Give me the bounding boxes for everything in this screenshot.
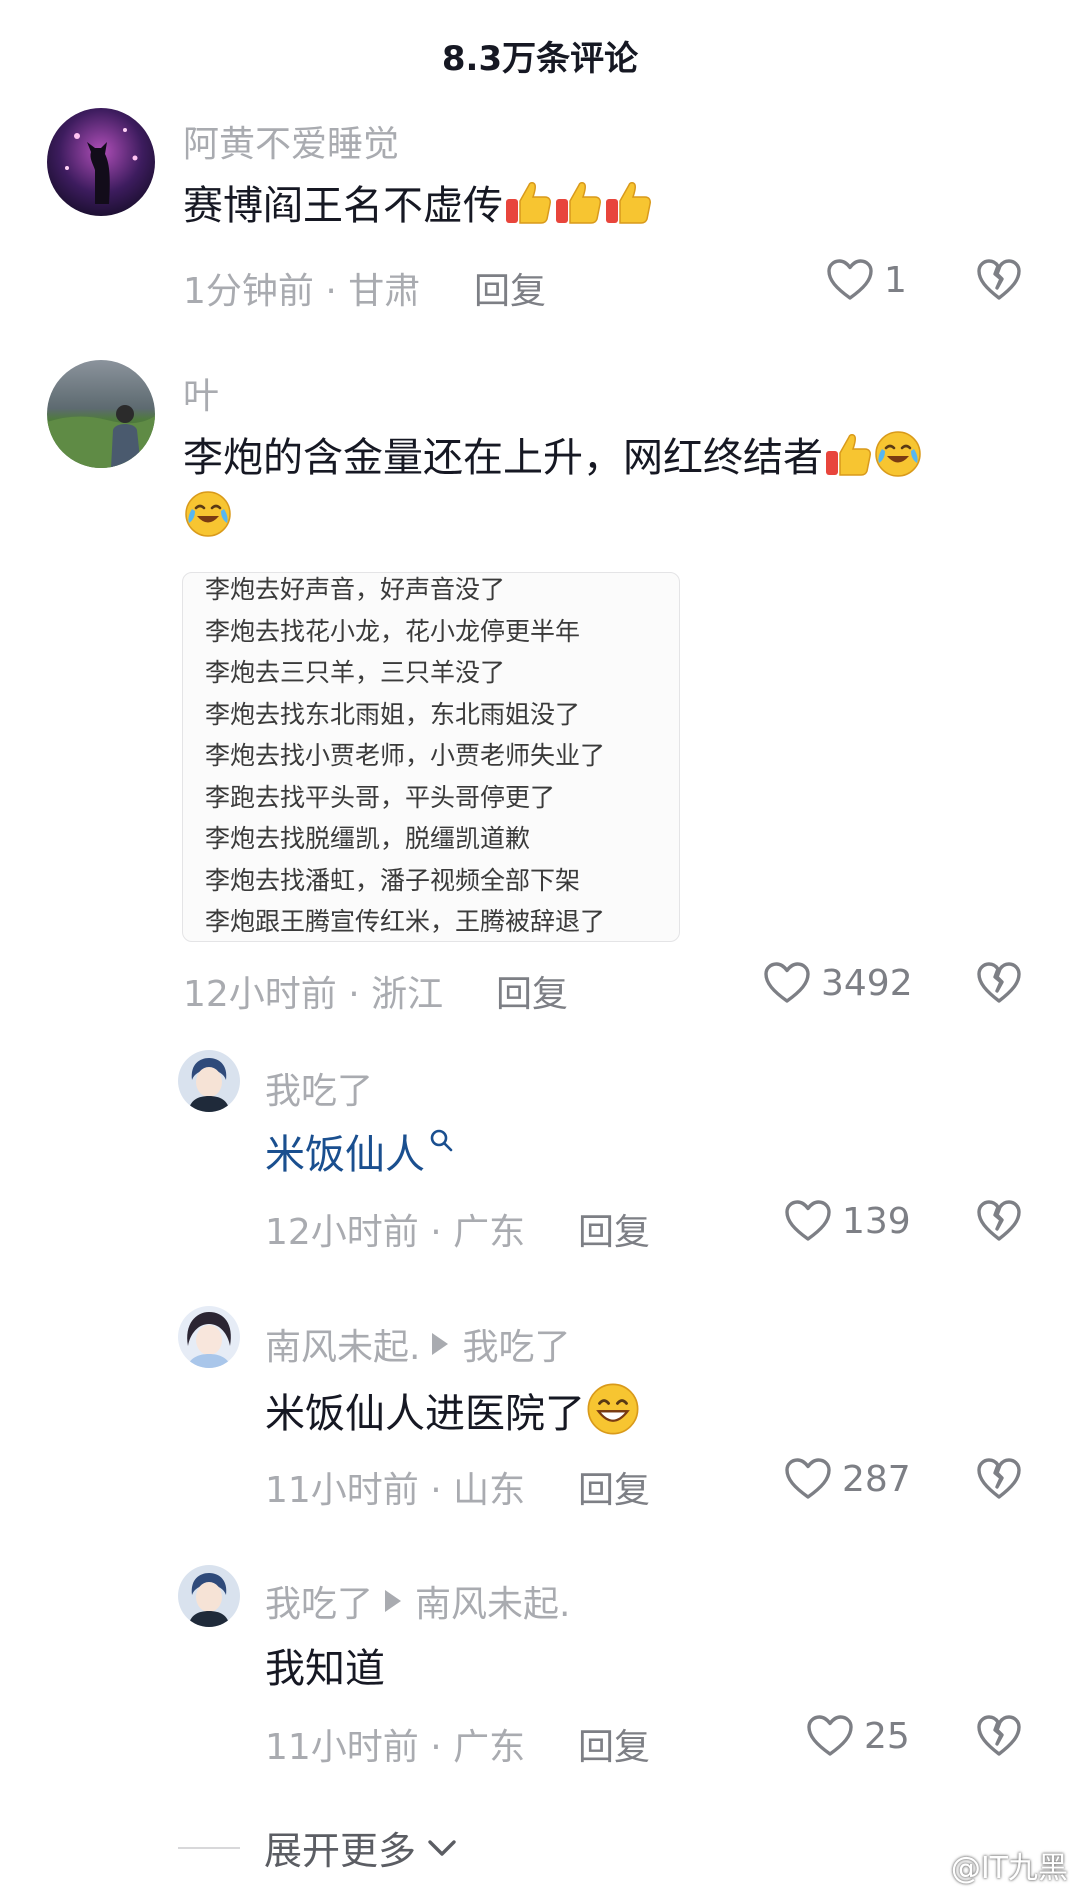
reply-button[interactable]: 回复	[578, 1718, 650, 1770]
like-button[interactable]: 25	[806, 1714, 910, 1758]
crying-laughing-emoji-icon	[183, 489, 233, 539]
image-text-line: 李炮去找脱缰凯，脱缰凯道歉	[205, 824, 531, 853]
like-button[interactable]: 3492	[763, 961, 913, 1005]
like-button[interactable]: 1	[826, 258, 907, 302]
reply-text: 我知道	[265, 1646, 385, 1692]
image-text-line: 李炮去找花小龙，花小龙停更半年	[205, 616, 581, 646]
dislike-button[interactable]	[976, 961, 1022, 1009]
divider	[178, 1846, 240, 1849]
like-button[interactable]: 287	[784, 1457, 911, 1501]
broken-heart-icon	[976, 961, 1022, 1005]
heart-icon	[806, 1714, 854, 1758]
like-button[interactable]: 139	[784, 1199, 911, 1243]
reply-button[interactable]: 回复	[578, 1461, 650, 1513]
image-text-line: 李炮去找潘虹，潘子视频全部下架	[205, 865, 581, 895]
reply-to-username[interactable]: 南风未起.	[415, 1575, 570, 1627]
reply-text: 米饭仙人进医院了	[265, 1381, 641, 1444]
comment-username[interactable]: 叶	[183, 367, 219, 419]
broken-heart-icon	[976, 1199, 1022, 1243]
thumbs-up-emoji-icon	[503, 177, 553, 227]
reply-to-arrow-icon	[432, 1333, 449, 1355]
comment-count-title: 8.3万条评论	[441, 38, 639, 79]
like-count: 25	[864, 1715, 910, 1757]
reply-username[interactable]: 南风未起. 我吃了	[265, 1318, 570, 1370]
broken-heart-icon	[976, 258, 1022, 302]
like-count: 1	[884, 259, 907, 301]
dislike-button[interactable]	[976, 258, 1022, 306]
reply-to-arrow-icon	[385, 1590, 402, 1612]
heart-icon	[784, 1457, 832, 1501]
heart-icon	[826, 258, 874, 302]
expand-more-label: 展开更多	[264, 1829, 417, 1873]
avatar[interactable]	[178, 1306, 240, 1368]
reply-meta: 11小时前 · 山东	[265, 1470, 526, 1511]
weibo-logo-icon	[906, 1850, 944, 1881]
avatar[interactable]	[178, 1565, 240, 1627]
heart-icon	[763, 961, 811, 1005]
image-text-line: 李炮跟王腾宣传红米，王腾被辞退了	[205, 907, 606, 936]
reply-meta: 11小时前 · 广东	[265, 1727, 526, 1768]
image-text-line: 李跑去找平头哥，平头哥停更了	[205, 782, 556, 812]
image-text-line: 李炮去找小贾老师，小贾老师失业了	[205, 741, 606, 770]
broken-heart-icon	[976, 1457, 1022, 1501]
avatar[interactable]	[178, 1050, 240, 1112]
like-count: 139	[842, 1200, 911, 1242]
expand-more-replies[interactable]: 展开更多	[178, 1820, 458, 1875]
weibo-watermark: @IT九黑	[905, 1843, 1068, 1887]
broken-heart-icon	[976, 1714, 1022, 1758]
thumbs-up-emoji-icon	[553, 177, 603, 227]
dislike-button[interactable]	[976, 1457, 1022, 1505]
thumbs-up-emoji-icon	[823, 429, 873, 479]
comments-header: 8.3万条评论	[0, 0, 1080, 110]
grinning-emoji-icon	[585, 1381, 641, 1437]
dislike-button[interactable]	[976, 1714, 1022, 1762]
watermark-text: @IT九黑	[950, 1851, 1068, 1886]
like-count: 287	[842, 1458, 911, 1500]
reply-button[interactable]: 回复	[496, 965, 568, 1017]
avatar[interactable]	[47, 108, 155, 216]
reply-username[interactable]: 我吃了	[265, 1062, 373, 1114]
dislike-button[interactable]	[976, 1199, 1022, 1247]
search-icon	[430, 1129, 453, 1152]
comment-image-attachment[interactable]: 李炮去好声音，好声音没了 李炮去找花小龙，花小龙停更半年 李炮去三只羊，三只羊没…	[182, 572, 680, 942]
chevron-down-icon	[428, 1839, 456, 1856]
image-text-line: 李炮去好声音，好声音没了	[205, 575, 506, 604]
comment-username[interactable]: 阿黄不爱睡觉	[183, 115, 399, 167]
image-text-line: 李炮去三只羊，三只羊没了	[205, 658, 506, 687]
crying-laughing-emoji-icon	[873, 429, 923, 479]
reply-button[interactable]: 回复	[578, 1203, 650, 1255]
heart-icon	[784, 1199, 832, 1243]
reply-button[interactable]: 回复	[474, 262, 546, 314]
reply-meta: 12小时前 · 广东	[265, 1212, 526, 1253]
comment-text: 李炮的含金量还在上升，网红终结者	[183, 428, 923, 488]
thumbs-up-emoji-icon	[603, 177, 653, 227]
comment-text: 赛博阎王名不虚传	[183, 176, 653, 236]
reply-username[interactable]: 我吃了 南风未起.	[265, 1575, 570, 1627]
comment-text-continued	[183, 488, 233, 548]
like-count: 3492	[821, 962, 913, 1004]
avatar[interactable]	[47, 360, 155, 468]
image-text-line: 李炮去找东北雨姐，东北雨姐没了	[205, 699, 581, 729]
reply-text-link[interactable]: 米饭仙人	[265, 1125, 455, 1185]
comment-meta: 12小时前 · 浙江	[183, 974, 444, 1015]
comment-meta: 1分钟前 · 甘肃	[183, 271, 421, 312]
reply-to-username[interactable]: 我吃了	[462, 1318, 570, 1370]
